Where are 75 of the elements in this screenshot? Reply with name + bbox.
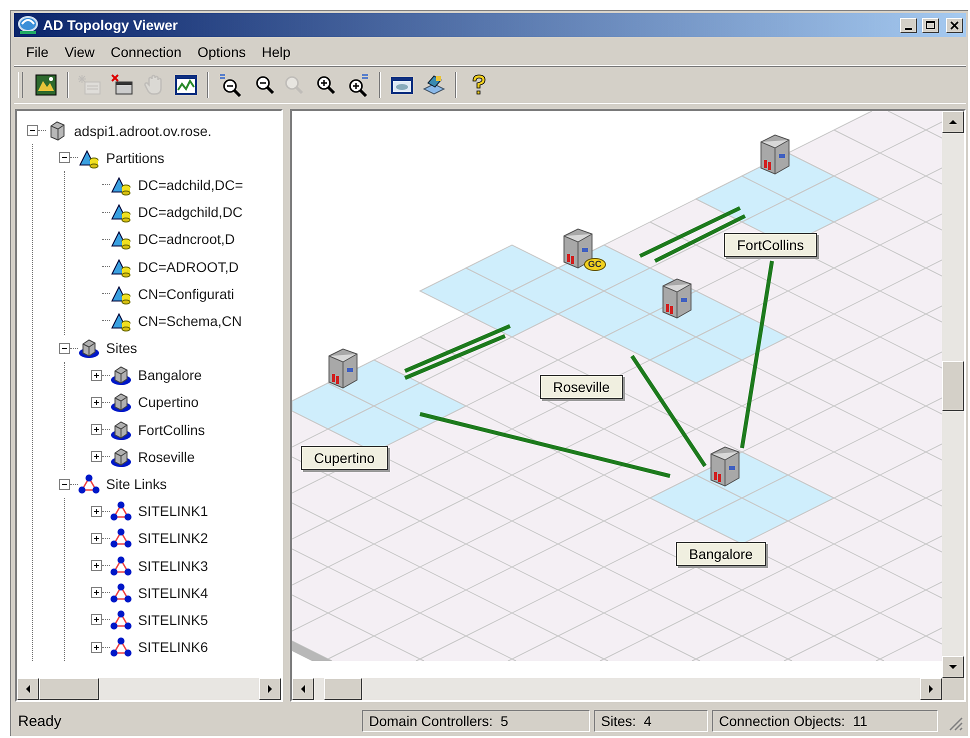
status-text: Ready bbox=[17, 712, 62, 730]
plane-edge bbox=[292, 641, 332, 661]
scrollbar-corner bbox=[942, 678, 964, 700]
horizontal-scrollbar[interactable] bbox=[17, 678, 281, 700]
chart-window-icon bbox=[174, 73, 198, 97]
tree-item[interactable]: Bangalore bbox=[138, 367, 202, 384]
menu-item[interactable]: Connection bbox=[102, 42, 190, 62]
site-label[interactable]: Roseville bbox=[540, 375, 623, 399]
new-list-icon bbox=[78, 73, 102, 97]
site-icon bbox=[110, 418, 132, 441]
site-link-icon bbox=[78, 473, 100, 496]
tree-item[interactable]: Roseville bbox=[138, 448, 195, 465]
tree-item[interactable]: SITELINK3 bbox=[138, 558, 208, 574]
site-icon bbox=[78, 337, 100, 360]
tree-item[interactable]: Sites bbox=[106, 340, 138, 356]
scroll-left-icon[interactable] bbox=[24, 685, 32, 693]
server-icon[interactable] bbox=[328, 348, 358, 389]
horizontal-scrollbar[interactable] bbox=[292, 678, 942, 700]
site-icon bbox=[110, 364, 132, 386]
scroll-thumb[interactable] bbox=[324, 678, 362, 700]
scroll-left-icon[interactable] bbox=[299, 685, 307, 693]
status-text: Domain Controllers: 5 bbox=[362, 710, 590, 732]
delete-list-icon bbox=[110, 73, 134, 97]
server-icon[interactable] bbox=[710, 446, 740, 487]
gc-label: GC bbox=[588, 259, 602, 270]
tree-item[interactable]: DC=adgchild,DC bbox=[138, 204, 243, 220]
site-link-icon bbox=[110, 582, 132, 604]
zoom-in-full-icon bbox=[346, 73, 370, 97]
tree-item[interactable]: Site Links bbox=[106, 476, 167, 492]
scroll-up-icon[interactable] bbox=[949, 118, 957, 126]
site-link-icon bbox=[110, 554, 132, 577]
vertical-scrollbar[interactable] bbox=[942, 111, 964, 678]
site-icon bbox=[110, 446, 132, 468]
tree-item[interactable]: SITELINK5 bbox=[138, 612, 208, 628]
site-icon bbox=[110, 391, 132, 414]
site-link-icon bbox=[110, 500, 132, 522]
tree-item[interactable]: SITELINK4 bbox=[138, 584, 208, 601]
site-link-icon bbox=[110, 636, 132, 658]
tree-item[interactable]: Cupertino bbox=[138, 394, 199, 410]
zoom-icon bbox=[282, 73, 306, 97]
site-link-icon bbox=[110, 527, 132, 550]
status-text: Sites: 4 bbox=[594, 710, 708, 732]
tree-item[interactable]: FortCollins bbox=[138, 422, 205, 438]
tree-item[interactable]: DC=adchild,DC= bbox=[138, 176, 244, 193]
scroll-thumb[interactable] bbox=[39, 678, 99, 700]
server-icon[interactable] bbox=[662, 278, 692, 319]
scroll-right-icon[interactable] bbox=[927, 685, 935, 693]
server-icon[interactable] bbox=[760, 134, 790, 175]
app-logo-icon bbox=[17, 15, 39, 35]
site-label[interactable]: Cupertino bbox=[301, 446, 388, 470]
tree-item[interactable]: DC=adncroot,D bbox=[138, 231, 235, 248]
status-text: Connection Objects: 11 bbox=[712, 710, 938, 732]
tree-item[interactable]: DC=ADROOT,D bbox=[138, 258, 239, 275]
tree-item[interactable]: SITELINK6 bbox=[138, 639, 208, 656]
scroll-right-icon[interactable] bbox=[266, 685, 274, 693]
menu-item[interactable]: View bbox=[56, 42, 103, 62]
map-picture-icon bbox=[34, 73, 58, 97]
tree-item[interactable]: CN=Schema,CN bbox=[138, 312, 242, 329]
menu-item[interactable]: Help bbox=[254, 42, 299, 62]
zoom-out-full-icon bbox=[218, 73, 242, 97]
site-label[interactable]: FortCollins bbox=[724, 233, 817, 257]
menu-item[interactable]: Options bbox=[189, 42, 254, 62]
scroll-down-icon[interactable] bbox=[949, 663, 957, 671]
tree-item[interactable]: SITELINK2 bbox=[138, 530, 208, 546]
tree-item[interactable]: CN=Configurati bbox=[138, 286, 234, 302]
window-title: AD Topology Viewer bbox=[43, 17, 179, 33]
scroll-thumb[interactable] bbox=[942, 361, 964, 411]
site-link-icon bbox=[110, 608, 132, 631]
site-label[interactable]: Bangalore bbox=[676, 542, 766, 566]
layers-icon bbox=[422, 73, 446, 97]
zoom-in-icon bbox=[314, 73, 338, 97]
tree-item[interactable]: Partitions bbox=[106, 150, 164, 166]
tree-item[interactable]: SITELINK1 bbox=[138, 503, 208, 520]
tree-item[interactable]: adspi1.adroot.ov.rose. bbox=[74, 122, 212, 139]
menu-item[interactable]: File bbox=[18, 42, 57, 62]
